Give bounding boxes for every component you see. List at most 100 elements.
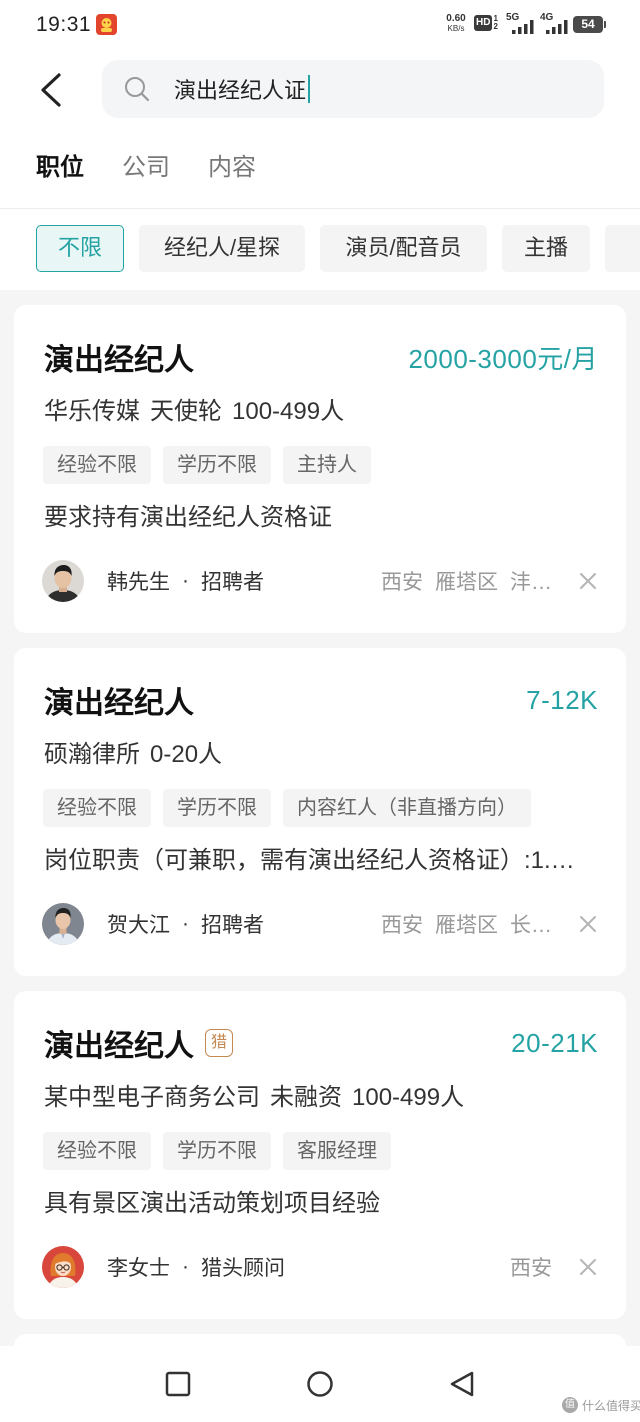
recruiter-avatar: [42, 560, 84, 602]
recruiter-name: 贺大江: [107, 914, 170, 937]
company-name: 某中型电子商务公司: [44, 1084, 260, 1111]
text-cursor: [308, 75, 311, 103]
hd-label: HD: [474, 15, 493, 31]
close-icon: [580, 916, 596, 932]
job-card-partial[interactable]: [14, 1334, 626, 1346]
filter-chip-row: 不限 经纪人/星探 演员/配音员 主播: [36, 225, 640, 272]
recruiter-avatar-photo: [42, 560, 84, 602]
filter-chip-actor-voice[interactable]: 演员/配音员: [320, 225, 487, 272]
hd-sim-bottom: 2: [493, 22, 498, 31]
filter-chip-streamer[interactable]: 主播: [502, 225, 590, 272]
job-description: 具有景区演出活动策划项目经验: [44, 1190, 380, 1217]
company-info: 华乐传媒 天使轮 100-499人: [44, 395, 596, 429]
tabs-divider: [0, 208, 640, 209]
tag-education: 学历不限: [163, 1132, 271, 1170]
recruiter-row: 贺大江 · 招聘者 西安 雁塔区 长…: [42, 903, 598, 945]
recruiter-avatar-photo: [42, 903, 84, 945]
funding-stage: 天使轮: [150, 398, 222, 425]
recruiter-role: 招聘者: [201, 914, 264, 937]
battery-icon: 54: [573, 16, 606, 33]
job-title-wrap: 演出经纪人: [44, 678, 194, 722]
headhunter-badge: 猎: [205, 1029, 233, 1057]
job-title-wrap: 演出经纪人: [44, 335, 194, 379]
recruiter-row: 李女士 · 猎头顾问 西安: [42, 1246, 598, 1288]
search-icon: [125, 77, 150, 102]
location-district: 雁塔区: [435, 571, 498, 594]
dismiss-job-button[interactable]: [578, 571, 598, 591]
job-card[interactable]: 演出经纪人 2000-3000元/月 华乐传媒 天使轮 100-499人 经验不限 …: [14, 305, 626, 633]
result-type-tabs: 职位 公司 内容: [36, 145, 294, 191]
recruiter-avatar: [42, 1246, 84, 1288]
job-description: 岗位职责（可兼职，需有演出经纪人资格证）:1.…: [44, 847, 575, 874]
filter-chip-agent-scout[interactable]: 经纪人/星探: [139, 225, 305, 272]
location-city: 西安: [381, 571, 423, 594]
app-notification-icon-graphic: [96, 14, 117, 35]
job-location: 西安 雁塔区 沣…: [381, 566, 552, 596]
company-name: 硕瀚律所: [44, 741, 140, 768]
back-button[interactable]: [36, 70, 66, 110]
company-size: 0-20人: [150, 741, 223, 768]
filter-chip-more[interactable]: [605, 225, 640, 272]
job-title-row: 演出经纪人 7-12K: [44, 678, 598, 722]
funding-stage: 未融资: [270, 1084, 342, 1111]
search-input[interactable]: 演出经纪人证: [174, 73, 306, 105]
back-nav-button[interactable]: [448, 1370, 476, 1398]
back-triangle-icon: [450, 1371, 474, 1397]
location-area: 沣…: [510, 571, 552, 594]
job-title: 演出经纪人: [44, 344, 194, 377]
signal-4g-icon: 4G: [540, 13, 570, 35]
job-tags: 经验不限 学历不限 客服经理: [43, 1132, 597, 1170]
salary: 7-12K: [526, 684, 598, 715]
home-icon: [307, 1371, 333, 1397]
location-city: 西安: [510, 1257, 552, 1280]
network-speed: 0.60 KB/s: [442, 13, 470, 33]
close-icon: [580, 573, 596, 589]
recruiter-avatar-illustration: [42, 1246, 84, 1288]
recent-apps-icon: [165, 1371, 191, 1397]
recruiter-role: 猎头顾问: [201, 1257, 285, 1280]
company-info: 硕瀚律所 0-20人: [44, 738, 596, 772]
watermark-text: 什么值得买: [582, 1398, 640, 1413]
salary: 20-21K: [511, 1027, 598, 1058]
recruiter-avatar: [42, 903, 84, 945]
tab-jobs[interactable]: 职位: [36, 145, 84, 191]
recent-apps-button[interactable]: [164, 1370, 192, 1398]
tag-category: 主持人: [283, 446, 371, 484]
job-card[interactable]: 演出经纪人 7-12K 硕瀚律所 0-20人 经验不限 学历不限 内容红人（非直播…: [14, 648, 626, 976]
network-speed-value: 0.60: [446, 13, 466, 24]
location-district: 雁塔区: [435, 914, 498, 937]
company-size: 100-499人: [352, 1084, 465, 1111]
dismiss-job-button[interactable]: [578, 914, 598, 934]
job-location: 西安 雁塔区 长…: [381, 909, 552, 939]
chevron-left-icon: [41, 73, 61, 107]
job-card[interactable]: 演出经纪人 猎 20-21K 某中型电子商务公司 未融资 100-499人 经验不限…: [14, 991, 626, 1319]
tab-content[interactable]: 内容: [208, 145, 256, 191]
system-nav-bar: [0, 1346, 640, 1422]
tab-companies[interactable]: 公司: [122, 145, 170, 191]
tag-category: 客服经理: [283, 1132, 391, 1170]
recruiter-separator: ·: [182, 912, 189, 935]
tag-experience: 经验不限: [43, 446, 151, 484]
close-icon: [580, 1259, 596, 1275]
recruiter-role: 招聘者: [201, 571, 264, 594]
dismiss-job-button[interactable]: [578, 1257, 598, 1277]
job-title-wrap: 演出经纪人 猎: [44, 1021, 233, 1065]
watermark: 值 什么值得买: [562, 1396, 640, 1414]
job-title: 演出经纪人: [44, 687, 194, 720]
recruiter-row: 韩先生 · 招聘者 西安 雁塔区 沣…: [42, 560, 598, 602]
tag-education: 学历不限: [163, 446, 271, 484]
recruiter-separator: ·: [182, 569, 189, 592]
home-button[interactable]: [306, 1370, 334, 1398]
tag-education: 学历不限: [163, 789, 271, 827]
recruiter-separator: ·: [182, 1255, 189, 1278]
signal-bars-icon: [546, 20, 568, 34]
search-box[interactable]: 演出经纪人证: [102, 60, 604, 118]
job-title-row: 演出经纪人 猎 20-21K: [44, 1021, 598, 1065]
battery-level: 54: [581, 17, 595, 31]
watermark-logo: 值: [562, 1397, 578, 1413]
company-name: 华乐传媒: [44, 398, 140, 425]
job-location: 西安: [510, 1252, 552, 1282]
filter-chip-all[interactable]: 不限: [36, 225, 124, 272]
hd-voice-icon: HD 1 2: [474, 15, 498, 31]
location-city: 西安: [381, 914, 423, 937]
